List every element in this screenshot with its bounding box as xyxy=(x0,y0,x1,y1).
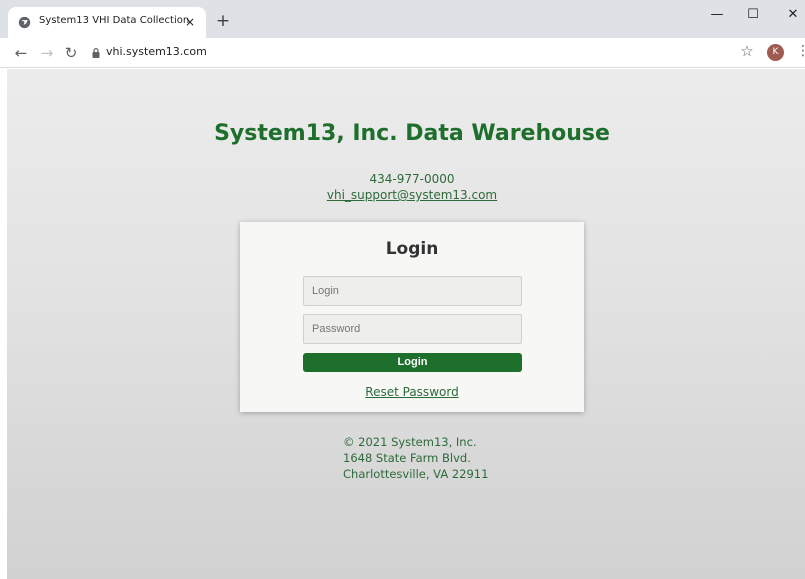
login-button[interactable]: Login xyxy=(303,353,522,372)
reset-password-link[interactable]: Reset Password xyxy=(240,385,584,399)
login-card: Login Login Reset Password xyxy=(240,222,584,412)
support-email: vhi_support@system13.com xyxy=(7,188,805,202)
footer-copyright: © 2021 System13, Inc. xyxy=(343,435,477,449)
minimize-button[interactable]: — xyxy=(702,5,732,25)
support-phone: 434-977-0000 xyxy=(369,172,455,186)
login-heading: Login xyxy=(385,239,439,259)
globe-icon xyxy=(18,16,31,29)
support-email-link[interactable]: vhi_support@system13.com xyxy=(327,188,497,202)
reload-icon[interactable]: ↻ xyxy=(60,42,82,64)
new-tab-button[interactable]: + xyxy=(214,12,232,30)
tab-title: System13 VHI Data Collection xyxy=(39,15,190,26)
forward-arrow-icon[interactable]: → xyxy=(36,42,58,64)
close-window-button[interactable]: ✕ xyxy=(778,5,805,25)
lock-icon xyxy=(92,48,100,58)
browser-tab-strip: System13 VHI Data Collection × + — ☐ ✕ xyxy=(0,0,805,38)
maximize-button[interactable]: ☐ xyxy=(738,5,768,25)
tab-close-icon[interactable]: × xyxy=(182,14,198,30)
footer-address-line2: Charlottesville, VA 22911 xyxy=(343,467,489,481)
page-title: System13, Inc. Data Warehouse xyxy=(214,121,610,146)
bookmark-star-icon[interactable]: ☆ xyxy=(738,42,756,60)
password-input[interactable] xyxy=(303,314,522,344)
page-viewport: System13, Inc. Data Warehouse 434-977-00… xyxy=(7,69,805,579)
login-input[interactable] xyxy=(303,276,522,306)
profile-avatar[interactable]: K xyxy=(767,44,784,61)
browser-menu-icon[interactable]: ⋮ xyxy=(796,42,805,60)
footer: © 2021 System13, Inc. 1648 State Farm Bl… xyxy=(343,434,488,482)
footer-address-line1: 1648 State Farm Blvd. xyxy=(343,451,471,465)
back-arrow-icon[interactable]: ← xyxy=(10,42,32,64)
browser-tab[interactable]: System13 VHI Data Collection × xyxy=(8,7,206,38)
url-text: vhi.system13.com xyxy=(106,45,207,58)
